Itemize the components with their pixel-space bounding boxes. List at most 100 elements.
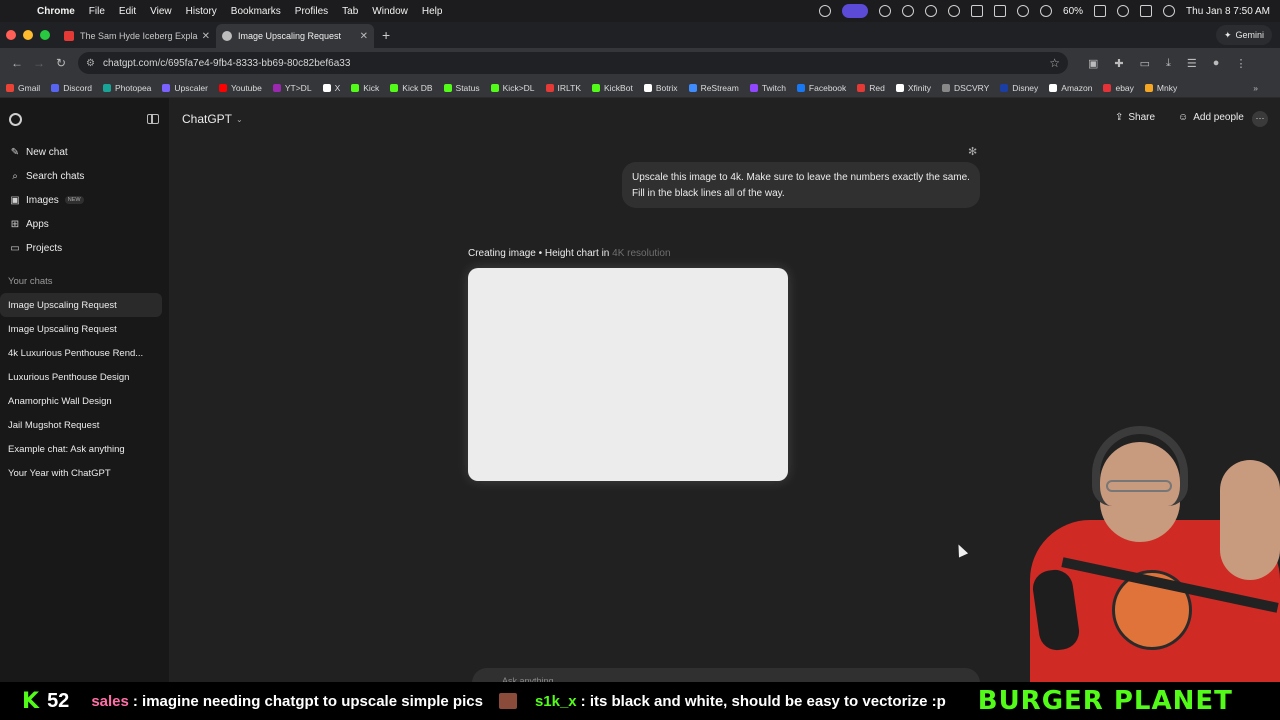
keyboard-icon[interactable] [971,5,984,17]
chat-history-item[interactable]: Image Upscaling Request [0,317,168,341]
model-selector[interactable]: ChatGPT ⌄ [182,112,243,126]
site-info-icon[interactable]: ⚙ [86,58,95,69]
close-tab-icon[interactable]: ✕ [202,31,210,42]
gemini-button[interactable]: ✦ Gemini [1215,25,1272,45]
display-icon[interactable] [994,5,1007,17]
puzzle-extensions-icon[interactable]: ✚ [1114,57,1123,70]
zoom-window-button[interactable] [40,30,50,40]
tab-search-icon[interactable]: ▭ [1140,57,1150,70]
bookmark-item[interactable]: KickBot [592,83,633,93]
menu-bookmarks[interactable]: Bookmarks [224,6,288,17]
bookmark-item[interactable]: Status [443,83,480,93]
streamer-arm [1220,460,1280,580]
menu-history[interactable]: History [179,6,224,17]
bookmark-item[interactable]: Kick [351,83,379,93]
moon-icon[interactable] [879,5,892,17]
bookmark-item[interactable]: ReStream [688,83,739,93]
sidebar-item-new-chat[interactable]: ✎ New chat [0,140,169,164]
control-center-icon[interactable] [1140,5,1153,17]
bookmark-item[interactable]: Gmail [6,83,40,93]
chat-history-item[interactable]: Luxurious Penthouse Design [0,365,168,389]
bookmark-item[interactable]: Xfinity [895,83,931,93]
bookmark-item[interactable]: Youtube [218,83,262,93]
bookmark-item[interactable]: Red [857,83,885,93]
window-controls [0,30,58,40]
globe-icon[interactable] [902,5,915,17]
bookmark-item[interactable]: Mnky [1144,83,1177,93]
sidebar-item-search-chats[interactable]: ⌕ Search chats [0,164,169,188]
bookmark-item[interactable]: X [322,83,340,93]
minimize-window-button[interactable] [23,30,33,40]
more-options-icon[interactable]: ··· [1252,111,1268,127]
bluetooth-icon[interactable] [1017,5,1030,17]
generating-image-placeholder[interactable] [468,268,788,481]
download-icon[interactable]: ⤓ [1166,57,1171,70]
url-text[interactable]: chatgpt.com/c/695fa7e4-9fb4-8333-bb69-80… [103,58,1049,69]
bookmark-item[interactable]: ebay [1103,83,1134,93]
reading-list-icon[interactable]: ☰ [1187,57,1197,70]
bookmark-item[interactable]: Amazon [1049,83,1092,93]
menu-app-name[interactable]: Chrome [30,6,82,17]
bookmark-item[interactable]: DSCVRY [942,83,989,93]
share-button[interactable]: ⇪ Share [1115,112,1155,123]
share-label: Share [1128,112,1156,123]
close-window-button[interactable] [6,30,16,40]
tab-image-upscaling[interactable]: Image Upscaling Request ✕ [216,24,374,48]
stage-manager-icon[interactable] [842,4,869,18]
new-badge: NEW [64,196,84,204]
battery-icon[interactable] [1094,5,1107,17]
menu-edit[interactable]: Edit [112,6,143,17]
bookmark-item[interactable]: Upscaler [162,83,208,93]
tab-sam-hyde[interactable]: The Sam Hyde Iceberg Explai ✕ [58,24,216,48]
chat-history-item[interactable]: 4k Luxurious Penthouse Rend... [0,341,168,365]
bookmark-label: Discord [63,82,93,93]
bookmark-item[interactable]: Kick>DL [490,83,535,93]
bookmark-item[interactable]: Botrix [643,83,678,93]
new-tab-icon[interactable]: + [382,27,390,43]
forward-icon[interactable]: → [28,56,50,70]
chat-history-item[interactable]: Image Upscaling Request [0,293,162,317]
chat-history-item[interactable]: Jail Mugshot Request [0,413,168,437]
more-bookmarks-icon[interactable]: » [1253,83,1258,93]
reload-icon[interactable]: ↻ [50,56,72,70]
menu-view[interactable]: View [143,6,179,17]
openai-logo-icon[interactable] [9,112,22,126]
sidebar-item-projects[interactable]: ▭ Projects [0,236,169,260]
browser-menu-icon[interactable]: ⋮ [1235,57,1246,70]
sidebar-item-images[interactable]: ▣ Images NEW [0,188,169,212]
bookmark-item[interactable]: Twitch [749,83,786,93]
menu-window[interactable]: Window [365,6,415,17]
volume-icon[interactable] [948,5,961,17]
menu-profiles[interactable]: Profiles [288,6,335,17]
bookmark-star-icon[interactable]: ☆ [1049,56,1060,70]
close-tab-icon[interactable]: ✕ [360,31,368,42]
bookmark-item[interactable]: Discord [51,83,92,93]
bookmark-item[interactable]: YT>DL [272,83,312,93]
bookmark-favicon-icon [1000,83,1009,92]
play-icon[interactable] [925,5,938,17]
user-icon[interactable] [1163,5,1176,17]
back-icon[interactable]: ← [6,56,28,70]
bookmark-item[interactable]: Disney [1000,83,1038,93]
menubar-clock[interactable]: Thu Jan 8 7:50 AM [1186,6,1270,17]
chat-history-item[interactable]: Example chat: Ask anything [0,437,168,461]
bookmark-item[interactable]: Photopea [103,83,151,93]
menu-tab[interactable]: Tab [335,6,365,17]
wifi-icon[interactable] [1040,5,1053,17]
address-bar[interactable]: ⚙ chatgpt.com/c/695fa7e4-9fb4-8333-bb69-… [78,52,1068,74]
sidebar-item-apps[interactable]: ⊞ Apps [0,212,169,236]
extension-icon[interactable]: ▣ [1088,57,1098,70]
chat-history-item[interactable]: Your Year with ChatGPT [0,461,168,485]
bookmark-item[interactable]: IRLTK [545,83,581,93]
spotlight-search-icon[interactable] [1117,5,1130,17]
add-people-button[interactable]: ☺ Add people [1178,112,1244,123]
bookmark-item[interactable]: Kick DB [390,83,433,93]
screen-record-icon[interactable] [819,5,832,17]
menu-help[interactable]: Help [415,6,450,17]
collapse-sidebar-icon[interactable] [147,114,159,124]
status-suffix: 4K resolution [612,248,671,259]
menu-file[interactable]: File [82,6,112,17]
profile-avatar-icon[interactable]: ● [1213,57,1220,70]
chat-history-item[interactable]: Anamorphic Wall Design [0,389,168,413]
bookmark-item[interactable]: Facebook [796,83,846,93]
